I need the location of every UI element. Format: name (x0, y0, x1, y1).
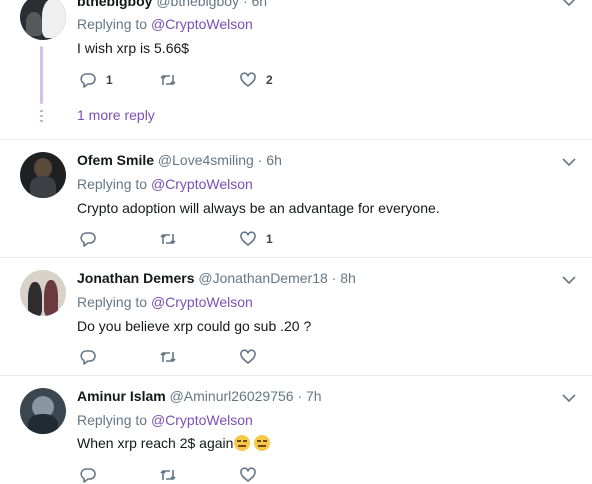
timestamp[interactable]: · 8h (332, 270, 356, 286)
display-name[interactable]: Jonathan Demers (77, 270, 194, 286)
replying-to: Replying to @CryptoWelson (77, 176, 253, 192)
like-button[interactable]: 1 (239, 229, 273, 249)
reply-button[interactable] (79, 347, 97, 367)
thread-dot (40, 110, 43, 112)
reply-button[interactable] (79, 465, 97, 484)
like-count: 1 (266, 232, 273, 246)
retweet-button[interactable] (159, 465, 177, 484)
heart-icon (240, 467, 256, 482)
replying-to: Replying to @CryptoWelson (77, 16, 253, 32)
mention-link[interactable]: @CryptoWelson (151, 16, 253, 32)
chevron-down-icon[interactable] (561, 0, 577, 10)
mention-link[interactable]: @CryptoWelson (151, 176, 253, 192)
tweet-header: bthebigboy @bthebigboy · 6h (77, 0, 267, 9)
avatar[interactable] (20, 0, 66, 40)
thread-dot (40, 115, 43, 117)
heart-icon (240, 349, 256, 364)
reply-tweet[interactable]: Jonathan Demers @JonathanDemer18 · 8h Re… (0, 258, 592, 375)
reply-icon (80, 350, 96, 365)
reply-button[interactable] (79, 229, 97, 249)
tweet-text: When xrp reach 2$ again (77, 435, 271, 451)
thread-line (40, 46, 43, 104)
retweet-button[interactable] (159, 70, 177, 90)
retweet-icon (160, 470, 176, 480)
tweet-text: Crypto adoption will always be an advant… (77, 200, 440, 216)
retweet-icon (160, 234, 176, 244)
mention-link[interactable]: @CryptoWelson (151, 412, 253, 428)
tweet-text: I wish xrp is 5.66$ (77, 40, 190, 56)
heart-icon (240, 231, 256, 246)
display-name[interactable]: bthebigboy (77, 0, 152, 9)
tweet-text-content: When xrp reach 2$ again (77, 435, 234, 451)
tweet-header: Jonathan Demers @JonathanDemer18 · 8h (77, 270, 356, 286)
reply-button[interactable]: 1 (79, 70, 113, 90)
tweet-header: Aminur Islam @Aminurl26029756 · 7h (77, 388, 322, 404)
avatar[interactable] (20, 270, 66, 316)
mention-link[interactable]: @CryptoWelson (151, 294, 253, 310)
display-name[interactable]: Aminur Islam (77, 388, 166, 404)
reply-tweet[interactable]: bthebigboy @bthebigboy · 6h Replying to … (0, 0, 592, 139)
like-count: 2 (266, 73, 273, 87)
reply-icon (80, 232, 96, 247)
reply-tweet[interactable]: Ofem Smile @Love4smiling · 6h Replying t… (0, 140, 592, 257)
expressionless-face-emoji (234, 435, 251, 451)
retweet-button[interactable] (159, 229, 177, 249)
display-name[interactable]: Ofem Smile (77, 152, 154, 168)
replying-to: Replying to @CryptoWelson (77, 412, 253, 428)
thread-dot (40, 120, 43, 122)
avatar[interactable] (20, 152, 66, 198)
more-replies-link[interactable]: 1 more reply (77, 107, 155, 123)
like-button[interactable]: 2 (239, 70, 273, 90)
reply-tweet[interactable]: Aminur Islam @Aminurl26029756 · 7h Reply… (0, 376, 592, 484)
chevron-down-icon[interactable] (561, 154, 577, 170)
retweet-icon (160, 75, 176, 85)
chevron-down-icon[interactable] (561, 272, 577, 288)
user-handle[interactable]: @Love4smiling (158, 152, 254, 168)
retweet-icon (160, 352, 176, 362)
reply-count: 1 (106, 73, 113, 87)
heart-icon (240, 72, 256, 87)
tweet-header: Ofem Smile @Love4smiling · 6h (77, 152, 282, 168)
user-handle[interactable]: @JonathanDemer18 (198, 270, 327, 286)
reply-icon (80, 73, 96, 88)
timestamp[interactable]: · 6h (258, 152, 282, 168)
replying-to: Replying to @CryptoWelson (77, 294, 253, 310)
user-handle[interactable]: @bthebigboy (156, 0, 239, 9)
avatar[interactable] (20, 388, 66, 434)
timestamp[interactable]: · 6h (243, 0, 267, 9)
expressionless-face-emoji (254, 435, 271, 451)
tweet-text: Do you believe xrp could go sub .20 ? (77, 318, 312, 334)
like-button[interactable] (239, 347, 257, 367)
timestamp[interactable]: · 7h (297, 388, 321, 404)
reply-icon (80, 468, 96, 483)
chevron-down-icon[interactable] (561, 390, 577, 406)
retweet-button[interactable] (159, 347, 177, 367)
user-handle[interactable]: @Aminurl26029756 (170, 388, 294, 404)
like-button[interactable] (239, 465, 257, 484)
